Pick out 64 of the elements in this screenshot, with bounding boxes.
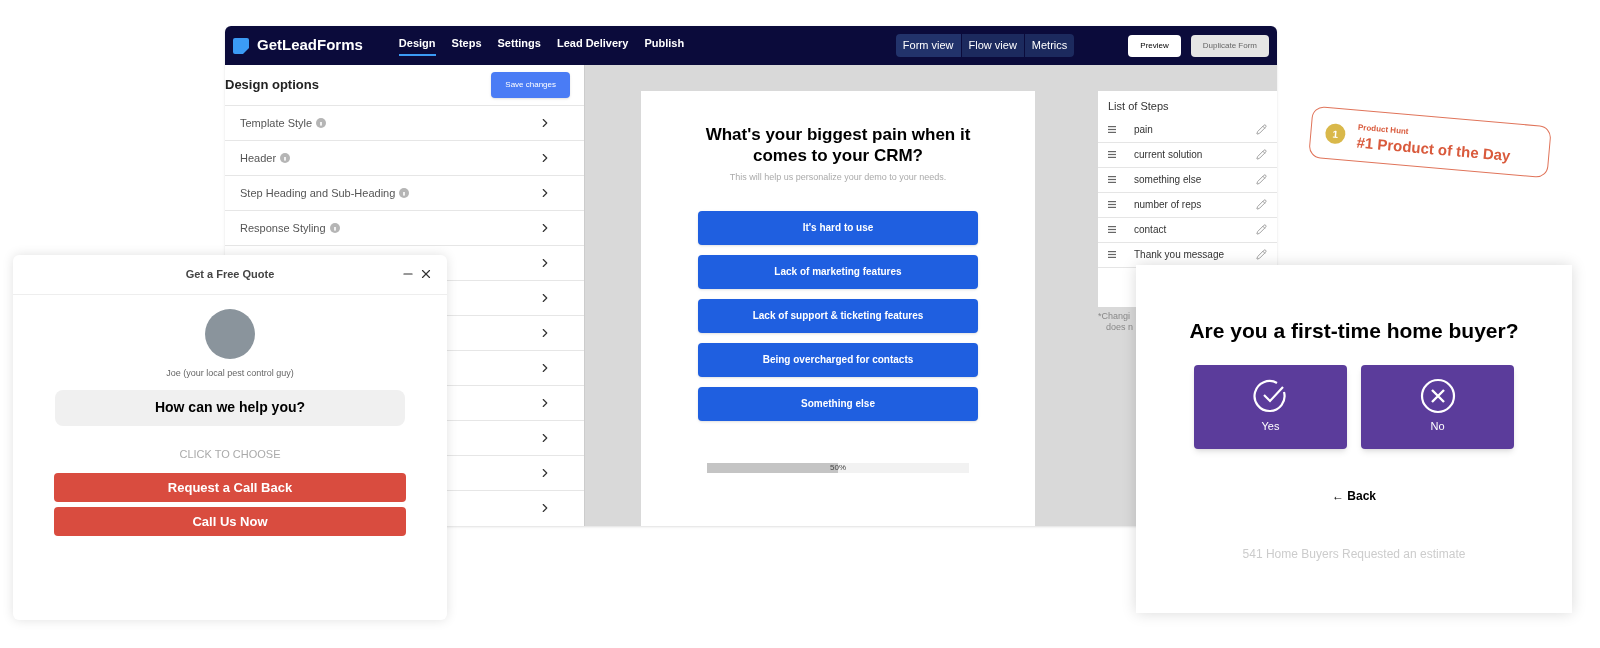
bubble-question: How can we help you?	[154, 398, 306, 417]
step-label: Thank you message	[1134, 248, 1225, 262]
nav-tab[interactable]: Publish	[644, 35, 685, 56]
step-row[interactable]: pain	[1098, 117, 1277, 143]
step-row[interactable]: current solution	[1098, 142, 1277, 168]
action-button[interactable]: Call Us Now	[54, 507, 406, 536]
step-label: pain	[1134, 123, 1153, 137]
nav-tab[interactable]: Settings	[497, 35, 541, 56]
drag-handle-icon[interactable]	[1108, 126, 1116, 133]
choose-prompt: CLICK TO CHOOSE	[179, 446, 281, 462]
design-option-row[interactable]: Response Styling	[225, 210, 584, 245]
step-label: current solution	[1134, 148, 1203, 162]
check-circle-icon	[1252, 378, 1289, 415]
step-label: something else	[1134, 173, 1202, 187]
nav-tab[interactable]: Design	[398, 35, 436, 56]
drag-handle-icon[interactable]	[1108, 201, 1116, 208]
close-icon[interactable]	[419, 267, 433, 281]
duplicate-button[interactable]: Duplicate Form	[1190, 34, 1269, 57]
chat-title: Get a Free Quote	[185, 267, 275, 283]
answer-button[interactable]: Lack of marketing features	[698, 254, 978, 289]
nav-tab[interactable]: Lead Delivery	[556, 35, 629, 56]
card-question: Are you a first-time home buyer?	[1189, 318, 1519, 344]
save-button[interactable]: Save changes	[491, 72, 570, 98]
answer-button[interactable]: It's hard to use	[698, 210, 978, 245]
nav-tab[interactable]: Steps	[451, 35, 482, 56]
design-option-row[interactable]: Step Heading and Sub-Heading	[225, 175, 584, 210]
option-label: Header	[240, 150, 277, 166]
step-label: number of reps	[1134, 198, 1202, 212]
option-label: Step Heading and Sub-Heading	[240, 185, 396, 201]
steps-title: List of Steps	[1107, 99, 1170, 114]
answer-tile[interactable]: Yes	[1194, 364, 1347, 449]
step-row[interactable]: contact	[1098, 217, 1277, 243]
answer-button[interactable]: Something else	[698, 386, 978, 421]
drag-handle-icon[interactable]	[1108, 226, 1116, 233]
form-subheading: This will help us personalize your demo to your needs.	[729, 171, 947, 184]
back-link[interactable]: ← Back	[1332, 486, 1376, 505]
step-row[interactable]: something else	[1098, 167, 1277, 193]
logo-text: GetLeadForms	[257, 35, 363, 56]
view-tab[interactable]: Form view	[895, 34, 961, 57]
preview-button[interactable]: Preview	[1128, 34, 1181, 57]
answer-tile[interactable]: No	[1361, 364, 1514, 449]
design-option-row[interactable]: Header	[225, 140, 584, 175]
view-tab[interactable]: Flow view	[961, 34, 1024, 57]
panel-title: Design options	[225, 76, 319, 95]
design-option-row[interactable]: Template Style	[225, 105, 584, 140]
option-label: Response Styling	[240, 220, 326, 236]
view-tab[interactable]: Metrics	[1024, 34, 1075, 57]
answer-button[interactable]: Lack of support & ticketing features	[698, 298, 978, 333]
medal-icon: 1	[1324, 122, 1347, 145]
logo-icon	[233, 37, 249, 54]
avatar	[205, 309, 255, 359]
steps-note: *Changi	[1098, 311, 1131, 322]
form-heading: What's your biggest pain when it comes to your CRM?	[704, 124, 972, 166]
step-row[interactable]: number of reps	[1098, 192, 1277, 218]
drag-handle-icon[interactable]	[1108, 251, 1116, 258]
drag-handle-icon[interactable]	[1108, 176, 1116, 183]
agent-name: Joe (your local pest control guy)	[166, 367, 294, 380]
progress-reading: 50%	[829, 462, 847, 473]
drag-handle-icon[interactable]	[1108, 151, 1116, 158]
action-button[interactable]: Request a Call Back	[54, 473, 406, 502]
close-circle-icon	[1419, 378, 1456, 415]
option-label: Template Style	[240, 115, 313, 131]
answer-button[interactable]: Being overcharged for contacts	[698, 342, 978, 377]
step-label: contact	[1134, 223, 1167, 237]
